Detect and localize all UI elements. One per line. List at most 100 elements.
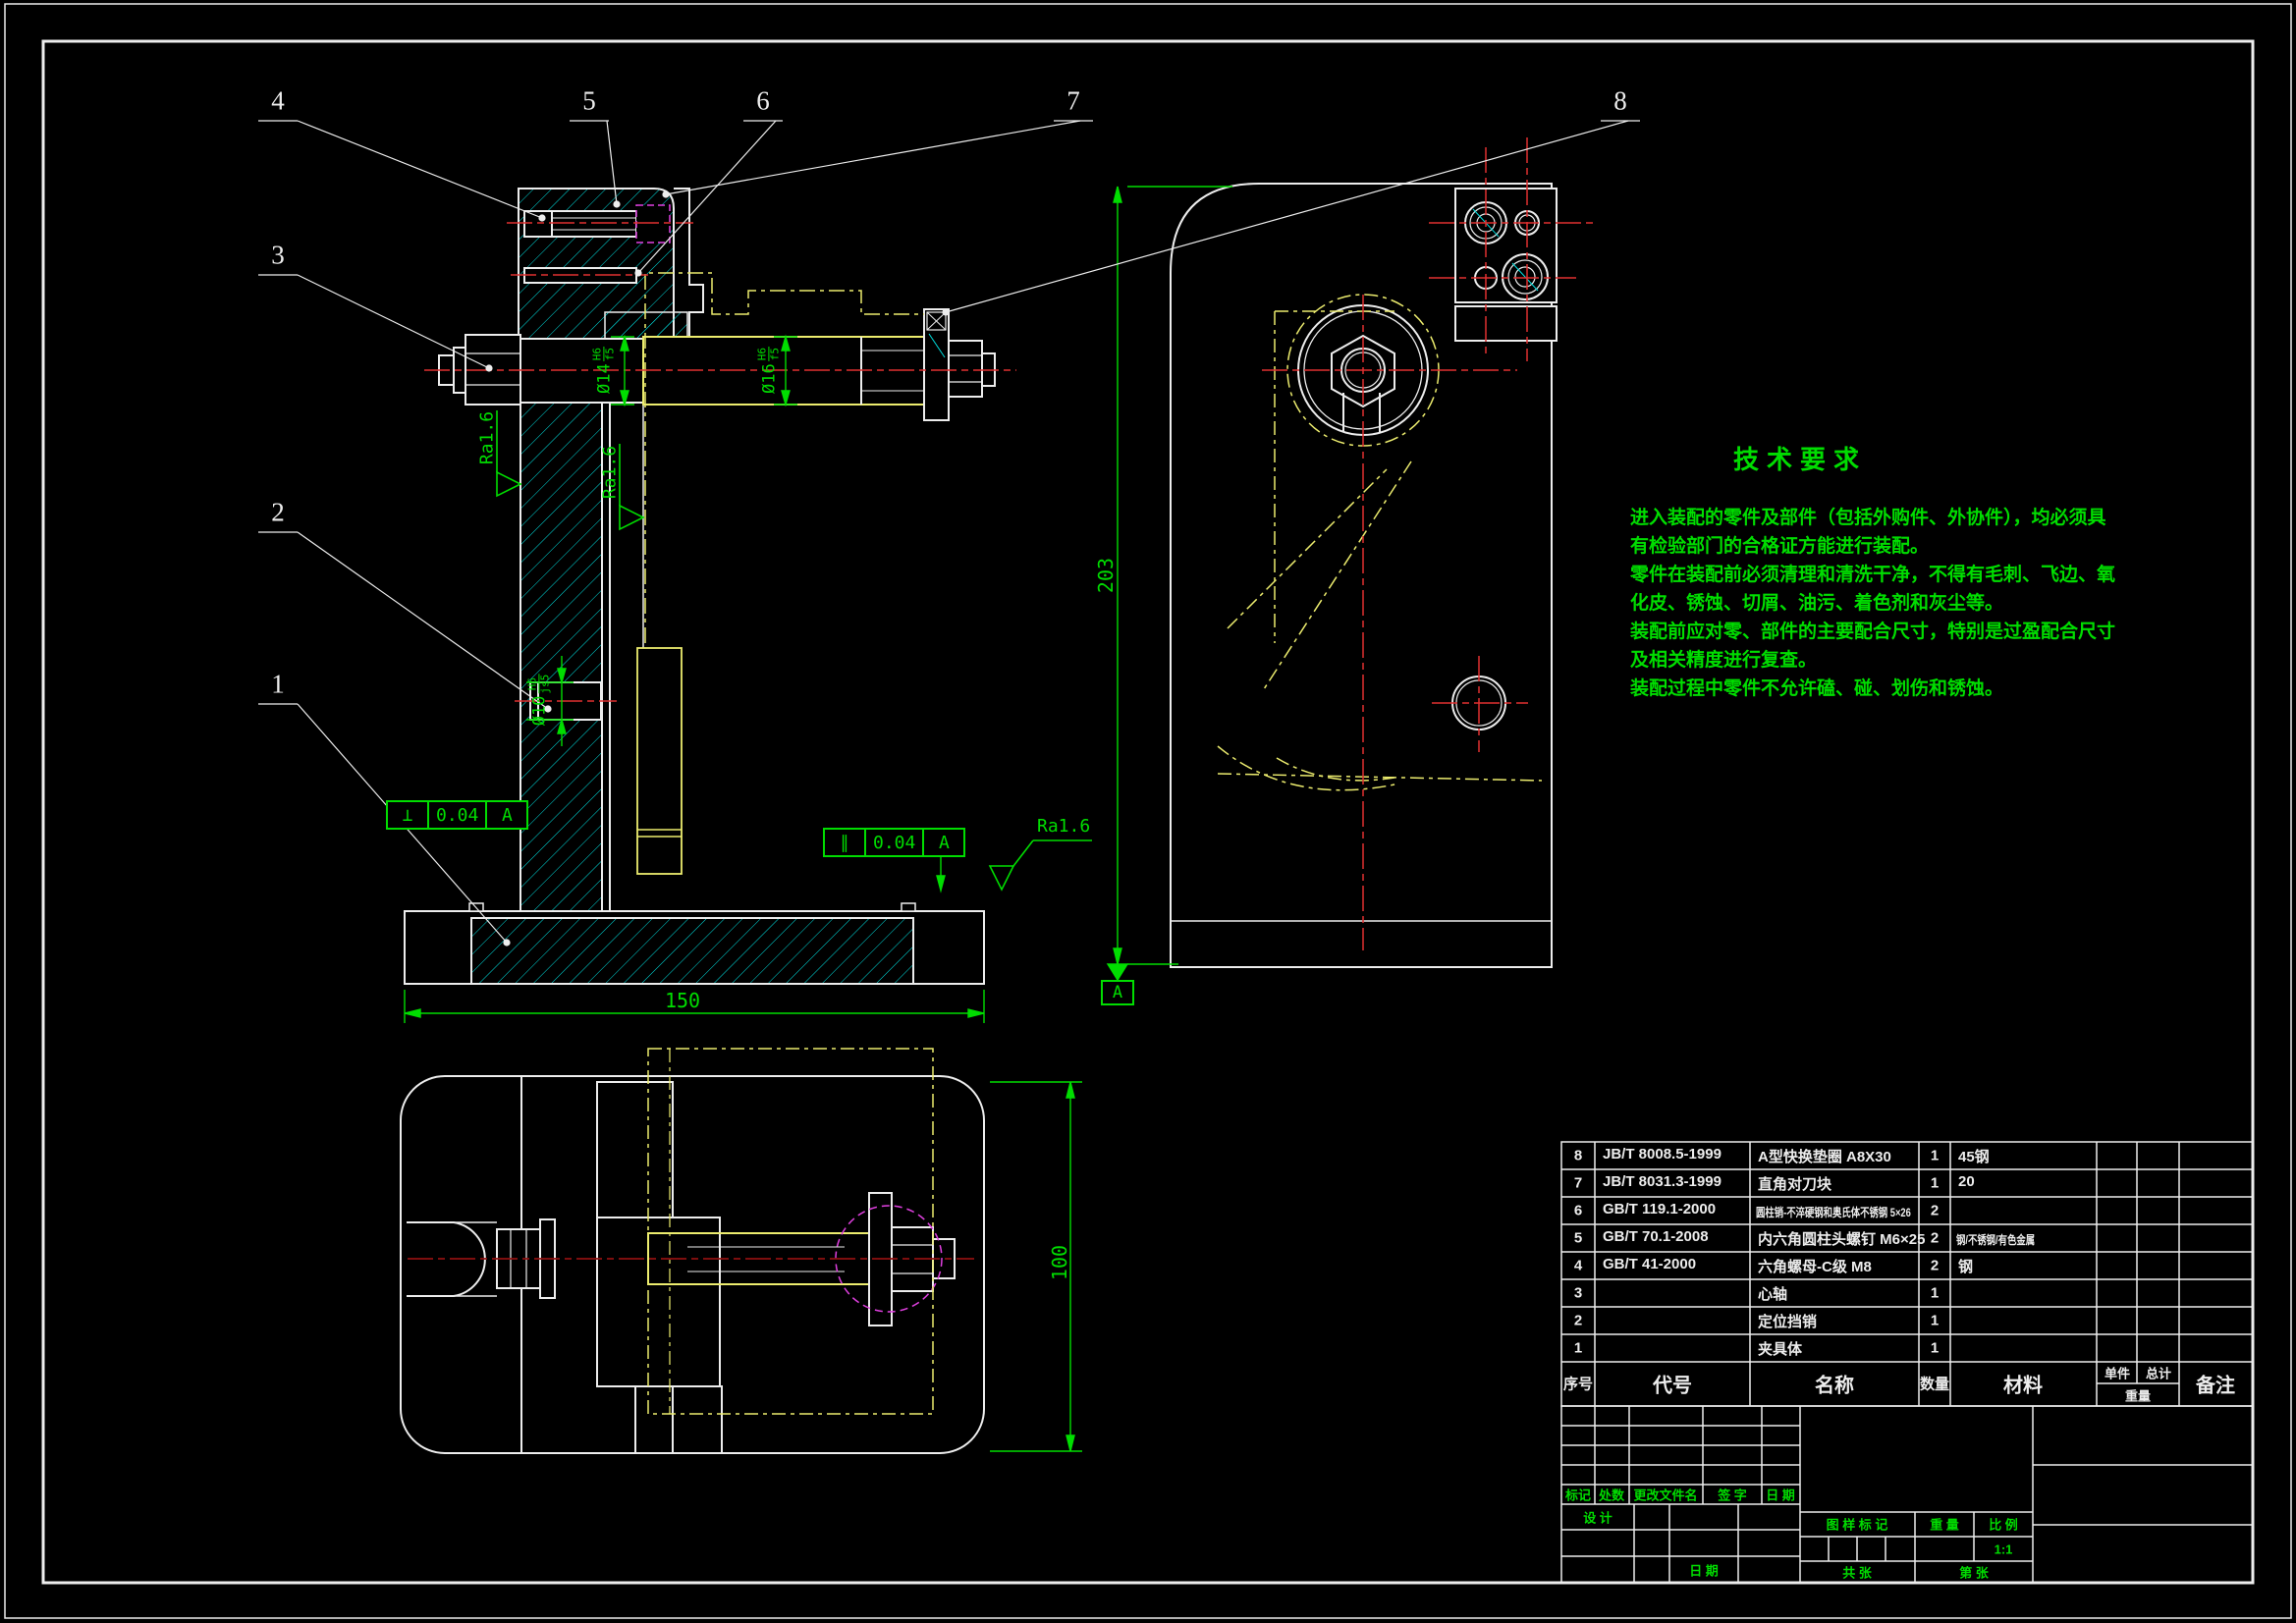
tech-requirements-title: 技术要求 (1733, 440, 1867, 476)
dia10-fit: H6js5 (526, 675, 551, 694)
bom-seq: 4 (1574, 1258, 1582, 1274)
titleblock-date: 日 期 (1766, 1486, 1795, 1504)
bom-qty: 2 (1931, 1203, 1939, 1219)
titleblock-sheet-no: 第 张 (1959, 1563, 1989, 1582)
bottom-view (401, 1049, 984, 1453)
tolerance-datum: A (924, 830, 963, 855)
titleblock-sign: 签 字 (1718, 1486, 1747, 1504)
tolerance-value: 0.04 (866, 830, 924, 855)
bom-header-code: 代号 (1653, 1370, 1692, 1398)
tech-requirements-line: 装配过程中零件不允许磕、碰、划伤和锈蚀。 (1630, 674, 2003, 700)
bom-material: 钢/不锈钢/有色金属 (1956, 1231, 2035, 1248)
tech-requirements-line: 零件在装配前必须清理和清洗干净，不得有毛刺、飞边、氧 (1630, 560, 2115, 586)
titleblock-count: 处数 (1599, 1486, 1624, 1504)
tech-requirements-line: 装配前应对零、部件的主要配合尺寸，特别是过盈配合尺寸 (1630, 617, 2115, 643)
bom-code: JB/T 8031.3-1999 (1603, 1173, 1722, 1190)
bom-code: GB/T 119.1-2000 (1603, 1201, 1716, 1217)
titleblock-scale-value: 1:1 (1995, 1542, 2013, 1557)
cad-drawing-window: 4 5 6 7 8 3 2 1 150 203 100 Ø14 H6f5 Ø16… (0, 0, 2296, 1623)
balloon-4: 4 (271, 86, 285, 117)
dim-203: 203 (1094, 558, 1118, 593)
bom-name: 夹具体 (1758, 1338, 1802, 1359)
surface-roughness-label: Ra1.6 (1037, 816, 1090, 837)
side-view (1171, 137, 1593, 967)
dim-dia14: Ø14 H6f5 (591, 347, 616, 394)
dia14-fit: H6f5 (591, 347, 616, 361)
titleblock-sheet-total: 共 张 (1842, 1563, 1872, 1582)
titleblock-weight: 重 量 (1930, 1515, 1959, 1534)
balloon-8: 8 (1613, 86, 1627, 117)
bom-name: 心轴 (1758, 1283, 1787, 1304)
bom-code: JB/T 8008.5-1999 (1603, 1146, 1722, 1163)
balloon-5: 5 (582, 86, 596, 117)
tech-requirements-line: 及相关精度进行复查。 (1630, 645, 1817, 672)
titleblock-scale-label: 比 例 (1989, 1515, 2018, 1534)
bom-qty: 1 (1931, 1285, 1939, 1302)
dim-dia10: Ø10 H6js5 (526, 675, 551, 727)
titleblock-change-file: 更改文件名 (1633, 1486, 1697, 1504)
bom-name: 直角对刀块 (1758, 1173, 1831, 1194)
titleblock-stamp: 图 样 标 记 (1827, 1515, 1888, 1534)
front-view (405, 189, 1016, 984)
bom-header-qty: 数量 (1920, 1374, 1949, 1394)
bom-seq: 1 (1574, 1340, 1582, 1357)
bom-name: A型快换垫圈 A8X30 (1758, 1146, 1891, 1166)
dim-100: 100 (1048, 1245, 1071, 1280)
tolerance-value: 0.04 (429, 802, 487, 828)
tolerance-frame-perpendicularity: ⊥ 0.04 A (386, 800, 528, 830)
dim-150: 150 (665, 989, 700, 1012)
tolerance-frame-parallelism: ∥ 0.04 A (823, 828, 965, 857)
balloon-3: 3 (271, 241, 285, 271)
bom-seq: 7 (1574, 1175, 1582, 1192)
bom-header-total: 总计 (2146, 1364, 2171, 1382)
balloon-6: 6 (756, 86, 770, 117)
balloon-7: 7 (1066, 86, 1080, 117)
surface-roughness-label: Ra1.6 (477, 411, 498, 464)
tech-requirements-line: 化皮、锈蚀、切屑、油污、着色剂和灰尘等。 (1630, 588, 2003, 615)
bom-code: GB/T 41-2000 (1603, 1256, 1696, 1272)
bom-qty: 1 (1931, 1340, 1939, 1357)
bom-material: 20 (1958, 1173, 1975, 1190)
surface-roughness-label: Ra1.6 (600, 446, 621, 499)
bom-qty: 2 (1931, 1258, 1939, 1274)
bom-seq: 3 (1574, 1285, 1582, 1302)
bom-header-remark: 备注 (2196, 1370, 2235, 1398)
balloon-2: 2 (271, 498, 285, 528)
bom-name: 定位挡销 (1758, 1311, 1817, 1331)
bom-header-material: 材料 (2003, 1370, 2043, 1398)
bom-header-unit: 单件 (2105, 1364, 2130, 1382)
bom-seq: 5 (1574, 1230, 1582, 1247)
bom-header-name: 名称 (1815, 1370, 1854, 1398)
dia16-value: Ø16 (759, 363, 779, 394)
titleblock-design: 设 计 (1583, 1508, 1613, 1527)
dia16-fit: H6f5 (756, 347, 781, 361)
bom-qty: 1 (1931, 1313, 1939, 1329)
bom-seq: 2 (1574, 1313, 1582, 1329)
bom-name: 六角螺母-C级 M8 (1758, 1256, 1872, 1276)
bom-header-weight: 重量 (2125, 1386, 2151, 1405)
drawing-canvas (0, 0, 2296, 1623)
tolerance-datum: A (487, 802, 526, 828)
bom-name: 圆柱销-不淬硬钢和奥氏体不锈钢 5×26 (1756, 1204, 1911, 1220)
datum-a-box: A (1101, 980, 1134, 1005)
bom-qty: 1 (1931, 1148, 1939, 1164)
bom-qty: 2 (1931, 1230, 1939, 1247)
tech-requirements-line: 进入装配的零件及部件（包括外购件、外协件），均必须具 (1630, 503, 2106, 529)
bom-qty: 1 (1931, 1175, 1939, 1192)
dia14-value: Ø14 (594, 363, 614, 394)
bom-seq: 6 (1574, 1203, 1582, 1219)
titleblock-mark: 标记 (1565, 1486, 1591, 1504)
parallelism-icon: ∥ (825, 830, 866, 855)
bom-material: 钢 (1958, 1256, 1973, 1276)
titleblock-date2: 日 期 (1689, 1561, 1719, 1580)
dia10-value: Ø10 (529, 696, 549, 727)
bom-name: 内六角圆柱头螺钉 M6×25 (1758, 1228, 1925, 1249)
bom-material: 45钢 (1958, 1146, 1990, 1166)
bom-code: GB/T 70.1-2008 (1603, 1228, 1709, 1245)
tech-requirements-line: 有检验部门的合格证方能进行装配。 (1630, 531, 1929, 558)
balloon-1: 1 (271, 670, 285, 700)
bom-seq: 8 (1574, 1148, 1582, 1164)
bom-header-seq: 序号 (1563, 1374, 1593, 1394)
dim-dia16: Ø16 H6f5 (756, 347, 781, 394)
perpendicularity-icon: ⊥ (388, 802, 429, 828)
